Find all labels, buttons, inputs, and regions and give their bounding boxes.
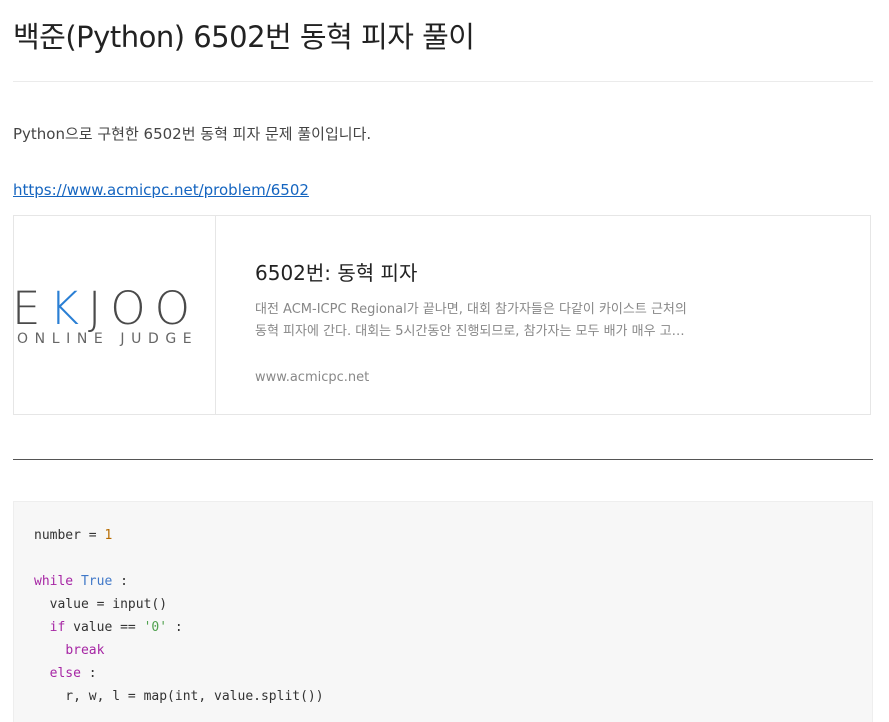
intro-text: Python으로 구현한 6502번 동혁 피자 문제 풀이입니다. xyxy=(13,125,372,143)
logo-letters-joo: JOO xyxy=(87,282,200,335)
code-text: : xyxy=(167,620,183,635)
bakjoon-logo: EKJOO xyxy=(12,282,199,335)
logo-subtitle: ONLINE JUDGE xyxy=(17,331,199,347)
card-title[interactable]: 6502번: 동혁 피자 xyxy=(255,257,417,286)
card-domain: www.acmicpc.net xyxy=(255,370,370,385)
logo-letter-e: E xyxy=(12,282,50,335)
card-description-line: 대전 ACM-ICPC Regional가 끝나면, 대회 참가자들은 다같이 … xyxy=(255,302,687,317)
code-text: : xyxy=(80,666,97,681)
logo-letter-k: K xyxy=(49,282,88,335)
code-text: : xyxy=(112,574,128,589)
code-builtin: True xyxy=(80,574,113,589)
code-text: value = input() xyxy=(34,597,168,612)
code-keyword: if xyxy=(49,620,66,635)
code-string: '0' xyxy=(143,620,168,635)
problem-link[interactable]: https://www.acmicpc.net/problem/6502 xyxy=(13,181,309,199)
code-text: number = xyxy=(34,528,105,543)
card-description: 대전 ACM-ICPC Regional가 끝나면, 대회 참가자들은 다같이 … xyxy=(255,299,715,343)
code-keyword: while xyxy=(34,574,74,589)
card-description-line: 동혁 피자에 간다. 대회는 5시간동안 진행되므로, 참가자는 모두 배가 매… xyxy=(255,324,685,339)
code-keyword: break xyxy=(65,643,105,658)
code-keyword: else xyxy=(49,666,81,681)
code-number: 1 xyxy=(104,528,113,543)
page-title: 백준(Python) 6502번 동혁 피자 풀이 xyxy=(13,20,475,54)
code-text: value == xyxy=(65,620,144,635)
title-divider xyxy=(13,81,873,82)
code-content: number = 1 while True : value = input() … xyxy=(34,524,324,708)
code-text: r, w, l = map(int, value.split()) xyxy=(34,689,324,704)
section-divider xyxy=(13,459,873,460)
